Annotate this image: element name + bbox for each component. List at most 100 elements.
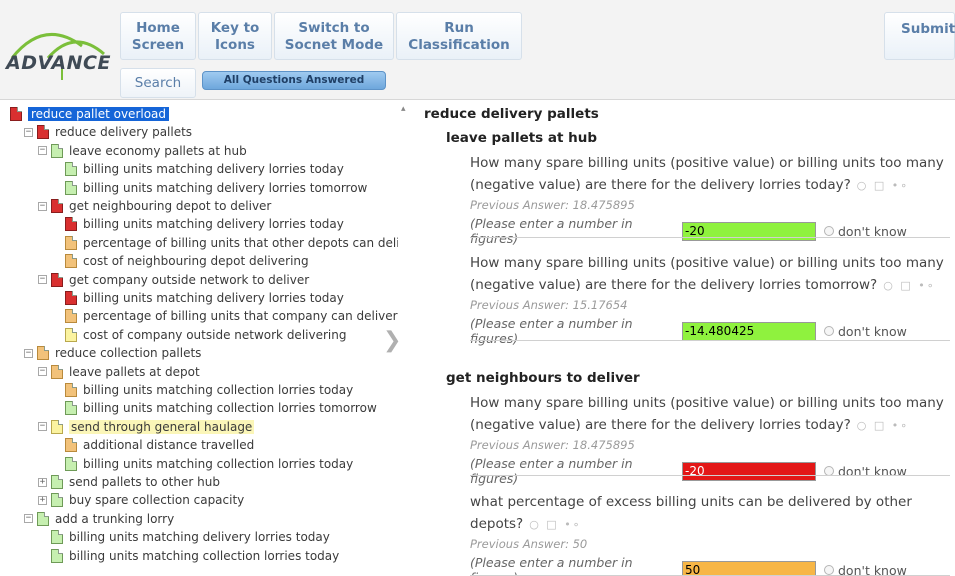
tree-node[interactable]: − leave economy pallets at hub bbox=[38, 142, 247, 160]
tree-node[interactable]: additional distance travelled bbox=[52, 436, 254, 454]
collapse-icon[interactable]: − bbox=[24, 127, 33, 137]
document-icon bbox=[51, 493, 63, 508]
tree-node-label[interactable]: billing units matching delivery lorries … bbox=[83, 217, 344, 231]
document-icon bbox=[51, 272, 63, 287]
key-to-icons-button[interactable]: Key to Icons bbox=[198, 12, 272, 60]
collapse-icon[interactable]: − bbox=[24, 348, 33, 358]
document-icon bbox=[10, 107, 22, 121]
switch-to-socnet-button[interactable]: Switch to Socnet Mode bbox=[274, 12, 394, 60]
tree-node[interactable]: − reduce delivery pallets bbox=[24, 123, 192, 141]
tree-node[interactable]: billing units matching collection lorrie… bbox=[38, 547, 339, 565]
expand-icon[interactable]: + bbox=[38, 477, 47, 487]
tree-node-label[interactable]: add a trunking lorry bbox=[55, 512, 174, 526]
submit-button[interactable]: Submit bbox=[884, 12, 955, 60]
tree-node[interactable]: billing units matching collection lorrie… bbox=[52, 455, 353, 473]
search-button[interactable]: Search bbox=[120, 68, 196, 98]
tree-node[interactable]: + send pallets to other hub bbox=[38, 473, 220, 491]
tree-node[interactable]: billing units matching delivery lorries … bbox=[52, 179, 367, 197]
tree-node[interactable]: − get company outside network to deliver bbox=[38, 271, 309, 289]
answer-input[interactable]: -14.480425 bbox=[682, 321, 816, 341]
tree-node-label[interactable]: billing units matching collection lorrie… bbox=[83, 383, 353, 397]
answer-hint: (Please enter a number in figures) bbox=[470, 456, 633, 486]
document-icon bbox=[51, 530, 63, 545]
question-text: what percentage of excess billing units … bbox=[470, 491, 955, 536]
document-icon bbox=[37, 346, 49, 361]
question-tools-icon[interactable]: ○ □ •∘ bbox=[857, 179, 909, 192]
home-screen-button[interactable]: Home Screen bbox=[120, 12, 196, 60]
collapse-icon[interactable]: − bbox=[38, 367, 47, 377]
tree-node-label[interactable]: leave economy pallets at hub bbox=[69, 144, 247, 158]
tree-node-label[interactable]: billing units matching collection lorrie… bbox=[83, 401, 377, 415]
tree-node-label[interactable]: send pallets to other hub bbox=[69, 475, 220, 489]
tree-node-label[interactable]: get neighbouring depot to deliver bbox=[69, 199, 271, 213]
collapse-icon[interactable]: − bbox=[38, 201, 47, 211]
tree-node-label[interactable]: reduce pallet overload bbox=[28, 107, 170, 121]
tree-node-label[interactable]: percentage of billing units that company… bbox=[83, 309, 398, 323]
answer-input[interactable]: 50 bbox=[682, 560, 816, 576]
question-block: How many spare billing units (positive v… bbox=[470, 392, 955, 486]
tree-node-label[interactable]: billing units matching collection lorrie… bbox=[69, 549, 339, 563]
tree-node-label[interactable]: reduce delivery pallets bbox=[55, 125, 192, 139]
dont-know-option[interactable]: don't know bbox=[824, 324, 907, 339]
tree-node[interactable]: − send through general haulage bbox=[38, 418, 255, 436]
answer-input[interactable]: -20 bbox=[682, 461, 816, 481]
panel-chevron-icon[interactable]: ❯ bbox=[383, 328, 401, 353]
tree-node[interactable]: billing units matching delivery lorries … bbox=[38, 528, 330, 546]
question-text: How many spare billing units (positive v… bbox=[470, 152, 955, 197]
tree-node-label[interactable]: billing units matching delivery lorries … bbox=[83, 291, 344, 305]
tree-node-label[interactable]: additional distance travelled bbox=[83, 438, 254, 452]
tree-node[interactable]: billing units matching delivery lorries … bbox=[52, 289, 344, 307]
document-icon bbox=[51, 199, 63, 213]
document-icon bbox=[65, 217, 77, 232]
tree-node[interactable]: percentage of billing units that other d… bbox=[52, 234, 398, 252]
tree-node[interactable]: − add a trunking lorry bbox=[24, 510, 174, 528]
tree-node-label[interactable]: billing units matching delivery lorries … bbox=[83, 181, 367, 195]
app-window: ADVANCE Home Screen Key to Icons Switch to… bbox=[0, 0, 955, 576]
tree-node[interactable]: − leave pallets at depot bbox=[38, 363, 200, 381]
answer-row: (Please enter a number in figures) 50 don'… bbox=[470, 555, 955, 576]
questions-panel: reduce delivery pallets leave pallets at… bbox=[410, 102, 955, 576]
tree-node-label[interactable]: cost of company outside network deliveri… bbox=[83, 328, 346, 342]
tree-node[interactable]: cost of company outside network deliveri… bbox=[52, 326, 346, 344]
tree-node[interactable]: cost of neighbouring depot delivering bbox=[52, 252, 309, 270]
scroll-up-icon[interactable]: ▴ bbox=[401, 104, 406, 114]
question-tools-icon[interactable]: ○ □ •∘ bbox=[883, 279, 935, 292]
tree-node[interactable]: billing units matching collection lorrie… bbox=[52, 381, 353, 399]
collapse-icon[interactable]: − bbox=[38, 422, 47, 432]
dont-know-option[interactable]: don't know bbox=[824, 464, 907, 479]
tree-node[interactable]: billing units matching delivery lorries … bbox=[52, 160, 344, 178]
tree-node-label[interactable]: billing units matching delivery lorries … bbox=[69, 530, 330, 544]
tree-node-label[interactable]: leave pallets at depot bbox=[69, 365, 200, 379]
tree-node-label[interactable]: reduce collection pallets bbox=[55, 346, 201, 360]
expand-icon[interactable]: + bbox=[38, 495, 47, 505]
dont-know-radio[interactable] bbox=[824, 565, 834, 575]
tree-node-label[interactable]: billing units matching delivery lorries … bbox=[83, 162, 344, 176]
tree-node[interactable]: − reduce collection pallets bbox=[24, 344, 201, 362]
tree-node[interactable]: − get neighbouring depot to deliver bbox=[38, 197, 271, 215]
collapse-icon[interactable]: − bbox=[38, 146, 47, 156]
header-bar: ADVANCE Home Screen Key to Icons Switch to… bbox=[0, 0, 955, 100]
dont-know-option[interactable]: don't know bbox=[824, 563, 907, 576]
run-classification-button[interactable]: Run Classification bbox=[396, 12, 522, 60]
question-tools-icon[interactable]: ○ □ •∘ bbox=[529, 518, 581, 531]
dont-know-radio[interactable] bbox=[824, 226, 834, 236]
question-tools-icon[interactable]: ○ □ •∘ bbox=[857, 419, 909, 432]
tree-node-label[interactable]: get company outside network to deliver bbox=[69, 273, 309, 287]
previous-answer: Previous Answer: 50 bbox=[470, 537, 588, 551]
tree-node-label[interactable]: send through general haulage bbox=[69, 419, 255, 434]
tree-node[interactable]: billing units matching collection lorrie… bbox=[52, 399, 377, 417]
tree-node[interactable]: billing units matching delivery lorries … bbox=[52, 215, 344, 233]
tree-node[interactable]: + buy spare collection capacity bbox=[38, 491, 244, 509]
collapse-icon[interactable]: − bbox=[38, 275, 47, 285]
tree-node-label[interactable]: billing units matching collection lorrie… bbox=[83, 457, 353, 471]
tree-node-label[interactable]: buy spare collection capacity bbox=[69, 493, 244, 507]
tree-node[interactable]: percentage of billing units that company… bbox=[52, 307, 398, 325]
tree-node-label[interactable]: cost of neighbouring depot delivering bbox=[83, 254, 309, 268]
document-icon bbox=[65, 383, 77, 397]
tree-node[interactable]: reduce pallet overload bbox=[10, 105, 170, 123]
dont-know-label: don't know bbox=[838, 463, 907, 479]
answer-hint: (Please enter a number in figures) bbox=[470, 216, 633, 246]
tree-node-label[interactable]: percentage of billing units that other d… bbox=[83, 236, 398, 250]
collapse-icon[interactable]: − bbox=[24, 514, 33, 524]
dont-know-radio[interactable] bbox=[824, 326, 834, 336]
